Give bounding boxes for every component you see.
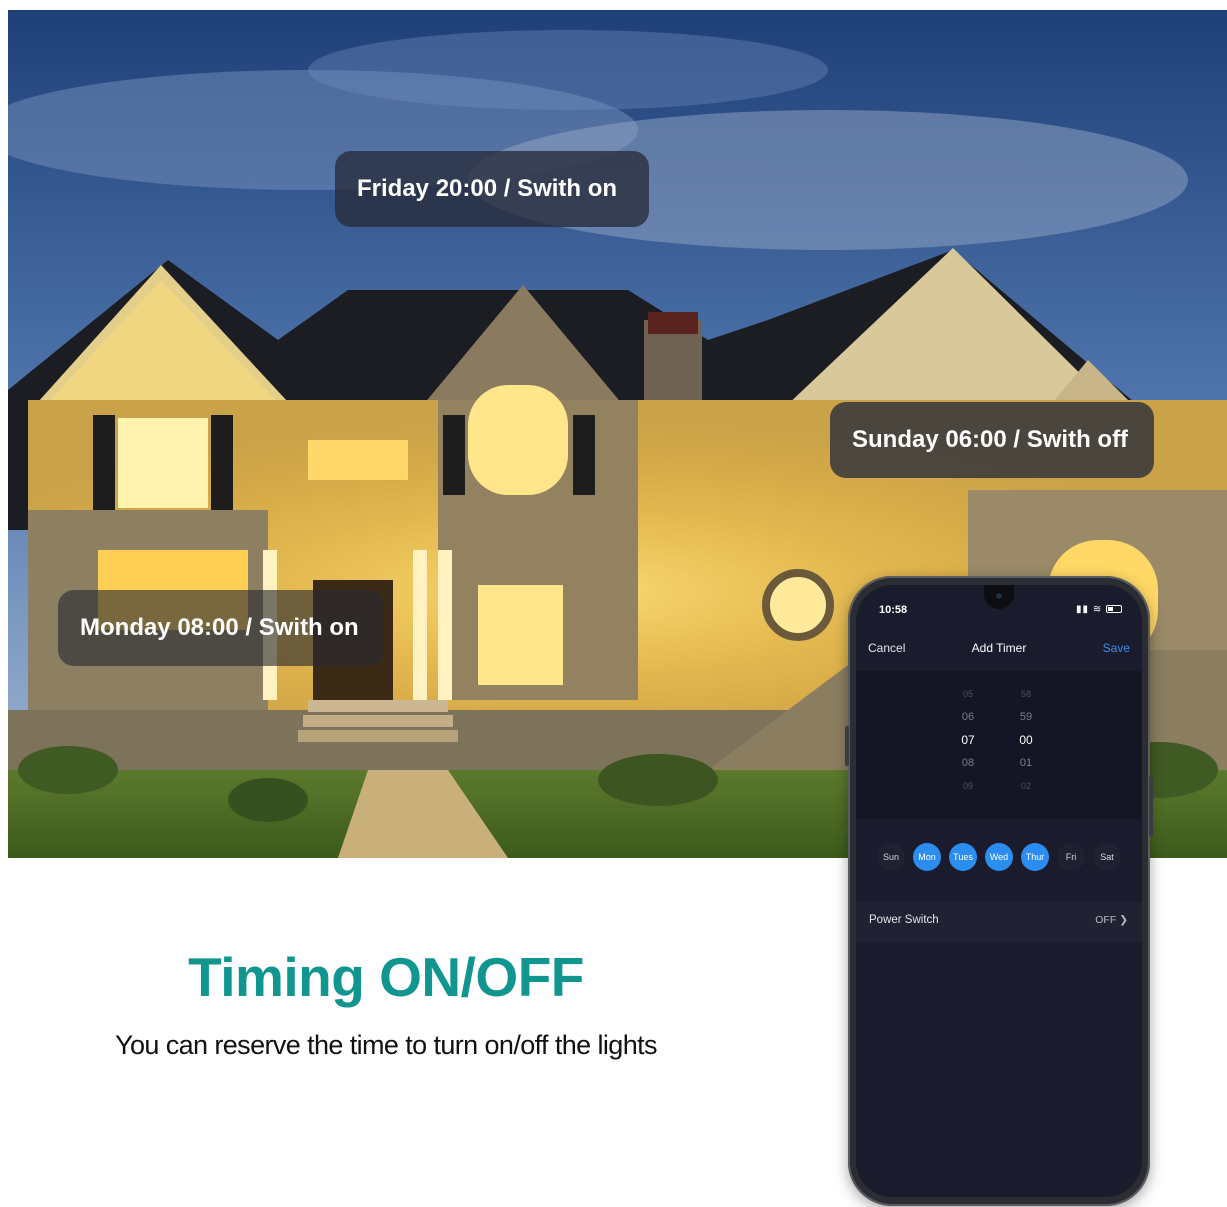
day-toggle-sun[interactable]: Sun [877,843,905,871]
day-toggle-tues[interactable]: Tues [949,843,977,871]
minute-option[interactable]: 58 [1006,683,1046,706]
hour-option-selected[interactable]: 07 [948,729,988,752]
minute-option[interactable]: 01 [1006,752,1046,775]
time-picker[interactable]: 05 06 07 08 09 58 59 00 01 02 [856,671,1142,819]
schedule-label-monday: Monday 08:00 / Swith on [58,590,384,666]
wifi-icon: ≋ [1092,604,1103,615]
minute-option[interactable]: 59 [1006,706,1046,729]
minute-wheel[interactable]: 58 59 00 01 02 [1006,683,1046,798]
chevron-right-icon: ❯ [1119,914,1128,926]
hour-option[interactable]: 08 [948,752,988,775]
minute-option-selected[interactable]: 00 [1006,729,1046,752]
volume-button [845,726,849,766]
power-button [1149,776,1153,836]
schedule-label-friday: Friday 20:00 / Swith on [335,151,649,227]
cancel-button[interactable]: Cancel [868,641,905,655]
signal-icon: ▮▮ [1076,604,1090,615]
repeat-days: Sun Mon Tues Wed Thur Fri Sat [856,835,1142,879]
day-toggle-thur[interactable]: Thur [1021,843,1049,871]
battery-icon [1106,605,1122,614]
hour-option[interactable]: 06 [948,706,988,729]
notch [984,585,1014,609]
timer-nav-bar: Add Timer Cancel Save [856,633,1142,669]
subline: You can reserve the time to turn on/off … [115,1030,657,1060]
hour-option[interactable]: 05 [948,683,988,706]
minute-option[interactable]: 02 [1006,775,1046,798]
power-switch-state: OFF [1095,914,1117,926]
day-toggle-sat[interactable]: Sat [1093,843,1121,871]
schedule-label-sunday: Sunday 06:00 / Swith off [830,402,1154,478]
phone-mockup: 10:58 ▮▮ ≋ Add Timer Cancel Save 05 06 0… [845,576,1153,1206]
hour-wheel[interactable]: 05 06 07 08 09 [948,683,988,798]
day-toggle-wed[interactable]: Wed [985,843,1013,871]
hour-option[interactable]: 09 [948,775,988,798]
power-switch-row[interactable]: Power Switch OFF ❯ [856,902,1142,942]
save-button[interactable]: Save [1103,641,1130,655]
phone-screen: 10:58 ▮▮ ≋ Add Timer Cancel Save 05 06 0… [856,585,1142,1197]
status-bar-time: 10:58 [879,604,908,616]
day-toggle-mon[interactable]: Mon [913,843,941,871]
power-switch-label: Power Switch [869,914,939,926]
headline: Timing ON/OFF [188,946,584,1008]
front-camera-icon [994,591,1004,601]
status-bar-icons: ▮▮ ≋ [1076,604,1122,615]
day-toggle-fri[interactable]: Fri [1057,843,1085,871]
power-switch-value: OFF ❯ [1095,914,1128,926]
